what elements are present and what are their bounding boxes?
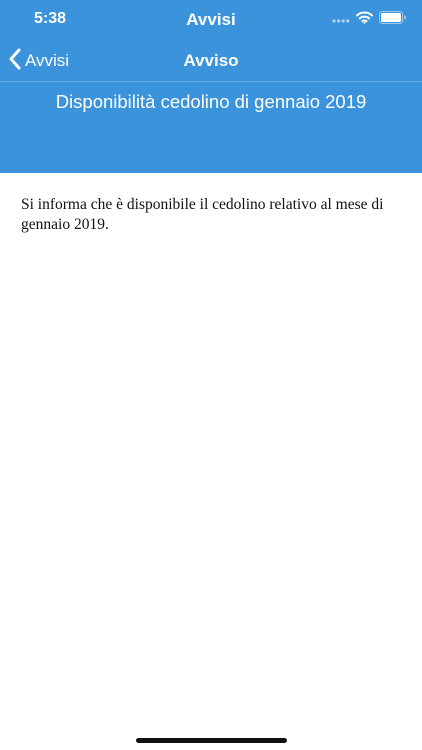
status-bar: 5:38 Avvisi bbox=[0, 0, 422, 40]
signal-dots-icon bbox=[332, 11, 350, 29]
home-indicator[interactable] bbox=[136, 738, 287, 743]
notice-title: Disponibilità cedolino di gennaio 2019 bbox=[55, 91, 367, 112]
notice-body: Si informa che è disponibile il cedolino… bbox=[21, 196, 384, 233]
nav-bar: Avvisi Avviso bbox=[0, 40, 422, 81]
battery-icon bbox=[379, 11, 406, 29]
nav-divider bbox=[0, 81, 422, 82]
nav-title: Avviso bbox=[183, 51, 239, 70]
wifi-icon bbox=[356, 11, 373, 29]
status-icons bbox=[332, 11, 406, 29]
